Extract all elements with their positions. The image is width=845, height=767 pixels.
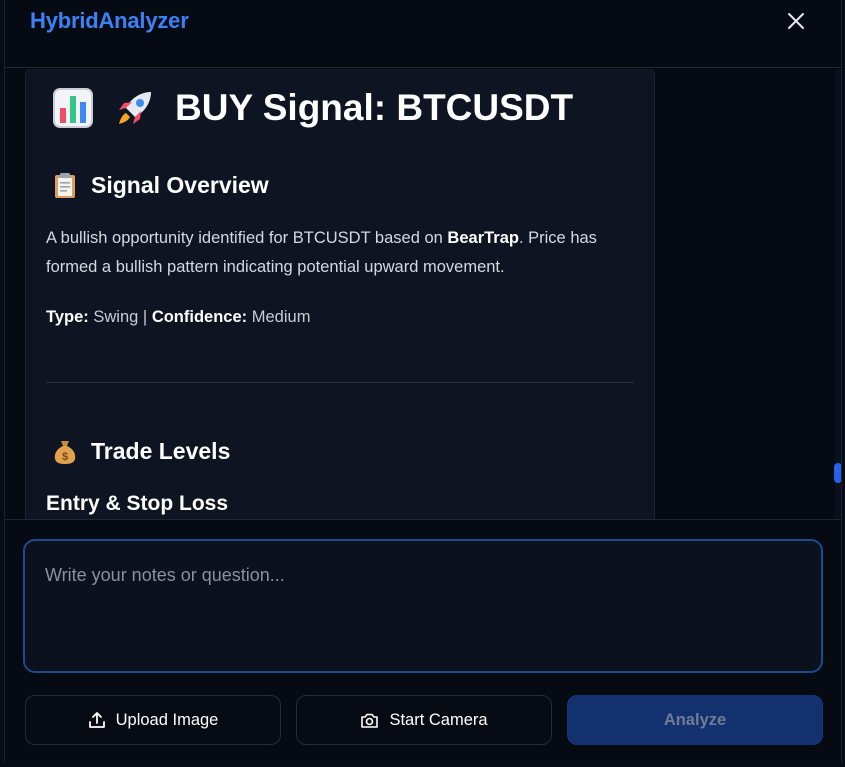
analyzer-window: HybridAnalyzer BUY Signal: BTCUSDT Signa…	[4, 0, 842, 763]
close-button[interactable]	[783, 8, 809, 34]
app-title: HybridAnalyzer	[30, 8, 189, 33]
notes-input[interactable]	[23, 539, 823, 673]
signal-overview-text: A bullish opportunity identified for BTC…	[46, 224, 646, 282]
confidence-value: Medium	[251, 308, 311, 326]
rocket-emoji-icon	[113, 86, 157, 130]
trade-levels-heading: $ Trade Levels	[51, 437, 230, 465]
signal-meta: Type: Swing | Confidence: Medium	[46, 308, 310, 327]
type-value: Swing	[93, 308, 139, 326]
signal-overview-heading-text: Signal Overview	[91, 171, 269, 198]
input-panel: Upload Image Start Camera Analyze	[5, 519, 841, 763]
money-bag-emoji-icon: $	[51, 437, 79, 465]
section-divider	[46, 382, 634, 383]
analyze-button[interactable]: Analyze	[567, 695, 823, 745]
trade-levels-heading-text: Trade Levels	[91, 437, 231, 464]
upload-image-button[interactable]: Upload Image	[25, 695, 281, 745]
overview-text-before: A bullish opportunity identified for BTC…	[46, 229, 448, 247]
scrollbar-thumb[interactable]	[834, 463, 841, 483]
meta-separator: |	[142, 308, 148, 326]
message-scroll-area[interactable]: BUY Signal: BTCUSDT Signal Overview A bu…	[5, 69, 841, 519]
camera-icon	[360, 712, 379, 729]
type-label: Type:	[46, 308, 89, 326]
entry-stop-loss-heading: Entry & Stop Loss	[46, 492, 229, 515]
start-camera-label: Start Camera	[389, 710, 488, 729]
start-camera-button[interactable]: Start Camera	[296, 695, 552, 745]
upload-image-label: Upload Image	[115, 710, 219, 729]
signal-overview-heading: Signal Overview	[51, 171, 269, 199]
signal-title: BUY Signal: BTCUSDT	[51, 86, 573, 130]
clipboard-emoji-icon	[51, 171, 79, 199]
signal-title-text: BUY Signal: BTCUSDT	[175, 87, 574, 128]
pattern-name: BearTrap	[447, 229, 519, 247]
analyze-label: Analyze	[663, 710, 727, 729]
confidence-label: Confidence:	[151, 308, 248, 326]
header: HybridAnalyzer	[5, 0, 841, 68]
signal-card: BUY Signal: BTCUSDT Signal Overview A bu…	[25, 69, 655, 519]
scrollbar-track[interactable]	[835, 69, 841, 519]
close-icon	[788, 13, 804, 29]
upload-icon	[88, 711, 106, 729]
svg-text:$: $	[62, 451, 68, 463]
bar-chart-emoji-icon	[51, 86, 95, 130]
